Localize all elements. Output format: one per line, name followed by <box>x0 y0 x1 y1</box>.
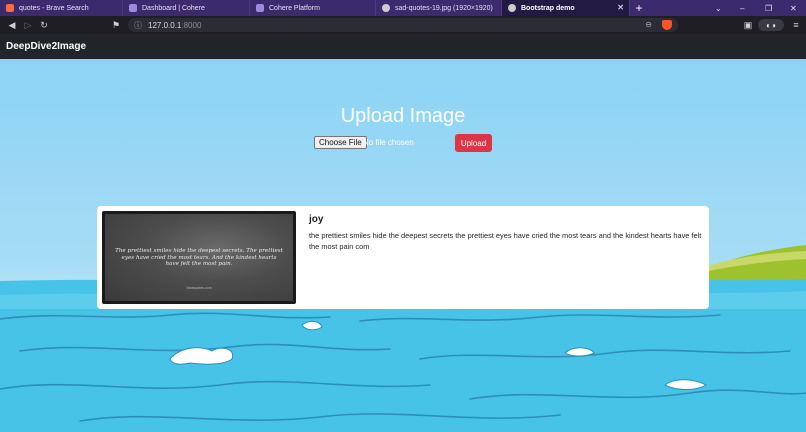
info-icon[interactable]: ⓘ <box>134 20 142 31</box>
file-status-label: No file chosen <box>363 138 414 147</box>
tab-cohere-platform[interactable]: Cohere Platform <box>250 0 376 16</box>
sidebar-icon[interactable]: ▣ <box>740 17 756 33</box>
url-text: 127.0.0.1:8000 <box>148 21 201 30</box>
tab-title: quotes - Brave Search <box>19 4 89 12</box>
close-tab-icon[interactable]: ✕ <box>617 3 624 12</box>
tab-title: Cohere Platform <box>269 4 320 12</box>
upload-button[interactable]: Upload <box>455 134 492 152</box>
reload-icon[interactable]: ↻ <box>36 17 52 33</box>
minimize-icon[interactable]: – <box>740 0 744 16</box>
wallet-icon[interactable]: ◐◑ <box>758 19 784 31</box>
image-favicon-icon <box>382 4 390 12</box>
page-body: Upload Image Choose File No file chosen … <box>0 59 806 432</box>
caption-text: the prettiest smiles hide the deepest se… <box>309 231 702 251</box>
forward-icon[interactable]: ▷ <box>20 17 36 33</box>
cohere-favicon-icon <box>129 4 137 12</box>
tab-title: Dashboard | Cohere <box>142 4 205 12</box>
url-host: 127.0.0.1 <box>148 20 182 30</box>
zoom-icon[interactable]: ⊖ <box>645 20 652 29</box>
navbar-brand[interactable]: DeepDive2Image <box>6 41 86 52</box>
brave-favicon-icon <box>6 4 14 12</box>
tab-title: Bootstrap demo <box>521 4 575 12</box>
upload-heading: Upload Image <box>340 105 466 127</box>
tab-image[interactable]: sad-quotes-19.jpg (1920×1920) <box>376 0 502 16</box>
tab-brave-search[interactable]: quotes - Brave Search <box>0 0 123 16</box>
address-bar[interactable]: ⓘ 127.0.0.1:8000 ⊖ <box>128 18 678 32</box>
bookmark-icon[interactable]: ⚑ <box>108 17 124 33</box>
choose-file-button[interactable]: Choose File <box>314 136 367 149</box>
image-quote-text: The prettiest smiles hide the deepest se… <box>115 248 283 268</box>
uploaded-image-preview: The prettiest smiles hide the deepest se… <box>102 211 296 304</box>
new-tab-button[interactable]: + <box>630 0 648 16</box>
browser-toolbar: ◀ ▷ ↻ ⚑ ⓘ 127.0.0.1:8000 ⊖ ▣ ◐◑ ≡ <box>0 16 806 34</box>
cohere-favicon-icon <box>256 4 264 12</box>
restore-icon[interactable]: ❐ <box>765 0 772 16</box>
close-window-icon[interactable]: ✕ <box>790 0 797 16</box>
brave-shield-icon[interactable] <box>662 20 672 30</box>
globe-favicon-icon <box>508 4 516 12</box>
quote-photo: The prettiest smiles hide the deepest se… <box>105 214 293 301</box>
menu-icon[interactable]: ≡ <box>788 17 804 33</box>
tab-title: sad-quotes-19.jpg (1920×1920) <box>395 4 493 12</box>
tab-strip: quotes - Brave Search Dashboard | Cohere… <box>0 0 806 16</box>
emotion-label: joy <box>309 214 324 225</box>
url-port: :8000 <box>181 20 202 30</box>
tab-list-chevron-icon[interactable]: ⌄ <box>715 0 722 16</box>
result-card: The prettiest smiles hide the deepest se… <box>97 206 709 309</box>
image-watermark: Ninequotes.com <box>186 286 212 290</box>
back-icon[interactable]: ◀ <box>4 17 20 33</box>
tab-bootstrap-demo[interactable]: Bootstrap demo ✕ <box>502 0 630 16</box>
tab-cohere-dashboard[interactable]: Dashboard | Cohere <box>123 0 250 16</box>
page-navbar: DeepDive2Image <box>0 34 806 59</box>
